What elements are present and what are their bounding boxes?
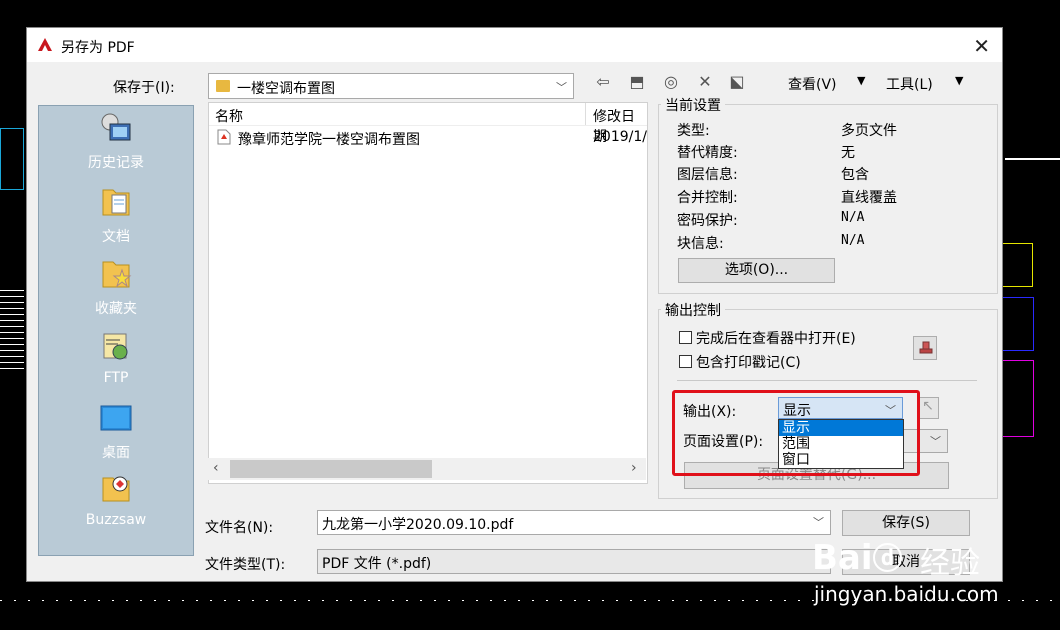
save-in-value: 一楼空调布置图 bbox=[237, 81, 335, 97]
title-bar: 另存为 PDF ✕ bbox=[27, 28, 1002, 62]
file-row[interactable]: 豫章师范学院一楼空调布置图 2019/1/ bbox=[209, 127, 647, 148]
filename-label: 文件名(N): bbox=[205, 520, 274, 536]
place-label: 文档 bbox=[102, 229, 130, 245]
new-folder-icon[interactable]: ⬕ bbox=[727, 72, 747, 92]
setting-value: 包含 bbox=[841, 167, 869, 183]
horizontal-scrollbar[interactable]: ‹ › bbox=[208, 458, 646, 480]
file-list-header: 名称 ^ 修改日期 bbox=[209, 102, 647, 145]
watermark-brand-cn: 经验 bbox=[920, 546, 980, 581]
divider bbox=[677, 380, 977, 381]
back-icon[interactable]: ⇦ bbox=[593, 72, 613, 92]
file-modified: 2019/1/ bbox=[593, 129, 647, 145]
scroll-right-icon[interactable]: › bbox=[631, 460, 637, 476]
filetype-value: PDF 文件 (*.pdf) bbox=[322, 556, 432, 572]
setting-label: 块信息: bbox=[677, 236, 724, 252]
place-ftp[interactable]: FTP bbox=[39, 330, 193, 386]
file-list[interactable]: 名称 ^ 修改日期 豫章师范学院一楼空调布置图 2019/1/ bbox=[208, 102, 648, 484]
cad-rect-magenta bbox=[1002, 360, 1034, 437]
chevron-down-icon: ﹀ bbox=[930, 435, 941, 448]
tools-dropdown-icon[interactable]: ▼ bbox=[955, 74, 963, 87]
checkbox-box[interactable] bbox=[679, 355, 692, 368]
scrollbar-thumb[interactable] bbox=[230, 460, 432, 478]
include-stamp-label: 包含打印戳记(C) bbox=[696, 355, 801, 371]
places-bar: 历史记录 文档 收藏夹 FTP 桌面 Buzzsaw bbox=[38, 105, 194, 556]
desktop-icon bbox=[100, 405, 132, 431]
folder-icon bbox=[216, 80, 230, 92]
buzzsaw-icon bbox=[102, 476, 130, 502]
save-as-pdf-dialog: 另存为 PDF ✕ 保存于(I): 一楼空调布置图 ﹀ ⇦ ⬒ ◎ ✕ ⬕ 查看… bbox=[26, 27, 1003, 582]
chevron-down-icon: ﹀ bbox=[813, 516, 824, 529]
open-in-viewer-checkbox[interactable]: 完成后在查看器中打开(E) bbox=[679, 328, 856, 348]
place-label: Buzzsaw bbox=[85, 512, 147, 528]
delete-icon[interactable]: ✕ bbox=[695, 72, 715, 92]
cad-rect-cyan bbox=[0, 128, 24, 190]
filename-value: 九龙第一小学2020.09.10.pdf bbox=[322, 517, 514, 533]
close-icon[interactable]: ✕ bbox=[973, 34, 990, 58]
ftp-icon bbox=[103, 333, 128, 360]
search-web-icon[interactable]: ◎ bbox=[661, 72, 681, 92]
favorites-icon bbox=[102, 261, 132, 288]
place-label: 桌面 bbox=[102, 445, 130, 461]
place-favorites[interactable]: 收藏夹 bbox=[39, 258, 193, 318]
setting-label: 类型: bbox=[677, 123, 710, 139]
view-dropdown-icon[interactable]: ▼ bbox=[857, 74, 865, 87]
filetype-label: 文件类型(T): bbox=[205, 557, 286, 573]
view-menu[interactable]: 查看(V) bbox=[788, 74, 837, 94]
place-history[interactable]: 历史记录 bbox=[39, 112, 193, 172]
output-control-title: 输出控制 bbox=[661, 300, 725, 320]
file-name: 豫章师范学院一楼空调布置图 bbox=[238, 132, 420, 148]
include-stamp-checkbox[interactable]: 包含打印戳记(C) bbox=[679, 352, 801, 372]
place-documents[interactable]: 文档 bbox=[39, 186, 193, 246]
setting-label: 图层信息: bbox=[677, 167, 738, 183]
watermark-brand: Baiⓓ bbox=[812, 534, 903, 578]
paw-icon: ⓓ bbox=[872, 542, 903, 577]
options-button[interactable]: 选项(O)... bbox=[678, 258, 835, 283]
stamp-icon bbox=[919, 341, 933, 354]
open-in-viewer-label: 完成后在查看器中打开(E) bbox=[696, 331, 856, 347]
watermark-brand-text: Bai bbox=[812, 538, 873, 578]
place-buzzsaw[interactable]: Buzzsaw bbox=[39, 472, 193, 528]
stamp-settings-button[interactable] bbox=[913, 336, 937, 360]
place-desktop[interactable]: 桌面 bbox=[39, 402, 193, 462]
place-label: FTP bbox=[103, 370, 129, 386]
annotation-highlight-box bbox=[672, 390, 920, 476]
checkbox-box[interactable] bbox=[679, 331, 692, 344]
scroll-left-icon[interactable]: ‹ bbox=[213, 460, 219, 476]
watermark-url: jingyan.baidu.com bbox=[814, 582, 999, 606]
setting-label: 密码保护: bbox=[677, 213, 738, 229]
cad-line bbox=[0, 290, 24, 370]
sort-ascending-icon: ^ bbox=[394, 102, 405, 111]
dialog-title: 另存为 PDF bbox=[61, 40, 135, 56]
save-in-label: 保存于(I): bbox=[113, 80, 175, 96]
cad-rect-yellow bbox=[1002, 243, 1033, 287]
setting-label: 替代精度: bbox=[677, 145, 738, 161]
filename-input[interactable]: 九龙第一小学2020.09.10.pdf ﹀ bbox=[317, 510, 831, 535]
pdf-file-icon bbox=[217, 129, 231, 145]
tools-menu[interactable]: 工具(L) bbox=[886, 74, 933, 94]
setting-value: N/A bbox=[841, 233, 865, 248]
cursor-icon: ↖ bbox=[922, 398, 934, 414]
autocad-logo-icon bbox=[38, 38, 52, 51]
chevron-down-icon: ﹀ bbox=[556, 81, 567, 94]
current-settings-title: 当前设置 bbox=[661, 95, 725, 115]
setting-value: N/A bbox=[841, 210, 865, 225]
save-in-dropdown[interactable]: 一楼空调布置图 ﹀ bbox=[208, 73, 574, 99]
column-divider[interactable] bbox=[585, 103, 586, 125]
cad-line bbox=[1005, 158, 1060, 160]
place-label: 历史记录 bbox=[88, 155, 144, 171]
documents-icon bbox=[102, 189, 130, 216]
setting-value: 无 bbox=[841, 145, 855, 161]
up-folder-icon[interactable]: ⬒ bbox=[627, 72, 647, 92]
cad-rect-blue bbox=[1002, 297, 1034, 351]
setting-value: 直线覆盖 bbox=[841, 190, 897, 206]
save-button[interactable]: 保存(S) bbox=[842, 510, 970, 536]
setting-label: 合并控制: bbox=[677, 190, 738, 206]
place-label: 收藏夹 bbox=[95, 301, 137, 317]
history-icon bbox=[101, 113, 131, 141]
filetype-dropdown[interactable]: PDF 文件 (*.pdf) bbox=[317, 549, 831, 574]
pick-window-button[interactable]: ↖ bbox=[917, 397, 939, 419]
setting-value: 多页文件 bbox=[841, 123, 897, 139]
column-header-name[interactable]: 名称 bbox=[215, 106, 243, 126]
